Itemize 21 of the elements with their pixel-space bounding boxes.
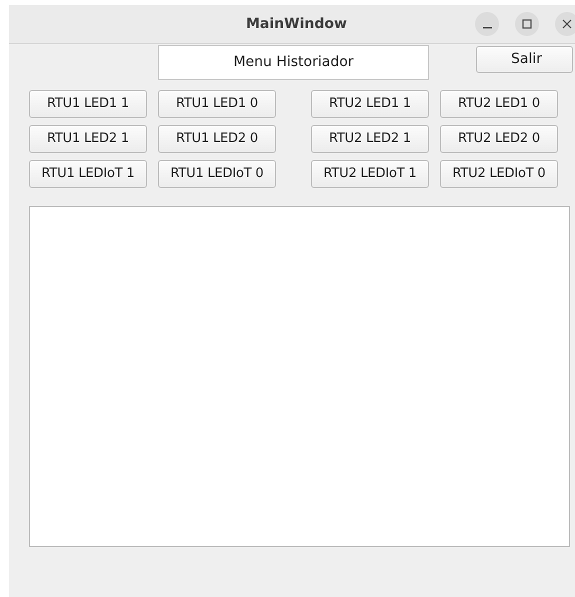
exit-button[interactable]: Salir — [476, 46, 573, 73]
led-button[interactable]: RTU1 LED1 0 — [158, 90, 276, 118]
led-button[interactable]: RTU1 LED2 1 — [29, 125, 147, 153]
close-icon — [562, 19, 572, 29]
maximize-icon — [522, 19, 532, 29]
led-button[interactable]: RTU2 LED2 1 — [311, 125, 429, 153]
led-button[interactable]: RTU1 LEDIoT 0 — [158, 160, 276, 188]
menu-label: Menu Historiador — [158, 45, 429, 80]
led-button[interactable]: RTU1 LED2 0 — [158, 125, 276, 153]
led-button[interactable]: RTU1 LED1 1 — [29, 90, 147, 118]
led-button[interactable]: RTU2 LED1 0 — [440, 90, 558, 118]
close-button[interactable] — [555, 12, 575, 36]
maximize-button[interactable] — [515, 12, 539, 36]
led-button[interactable]: RTU2 LED1 1 — [311, 90, 429, 118]
minimize-button[interactable] — [475, 12, 499, 36]
led-button[interactable]: RTU2 LEDIoT 1 — [311, 160, 429, 188]
led-button[interactable]: RTU1 LEDIoT 1 — [29, 160, 147, 188]
led-button[interactable]: RTU2 LED2 0 — [440, 125, 558, 153]
led-button[interactable]: RTU2 LEDIoT 0 — [440, 160, 558, 188]
minimize-icon — [482, 26, 492, 28]
window-title: MainWindow — [246, 15, 347, 34]
